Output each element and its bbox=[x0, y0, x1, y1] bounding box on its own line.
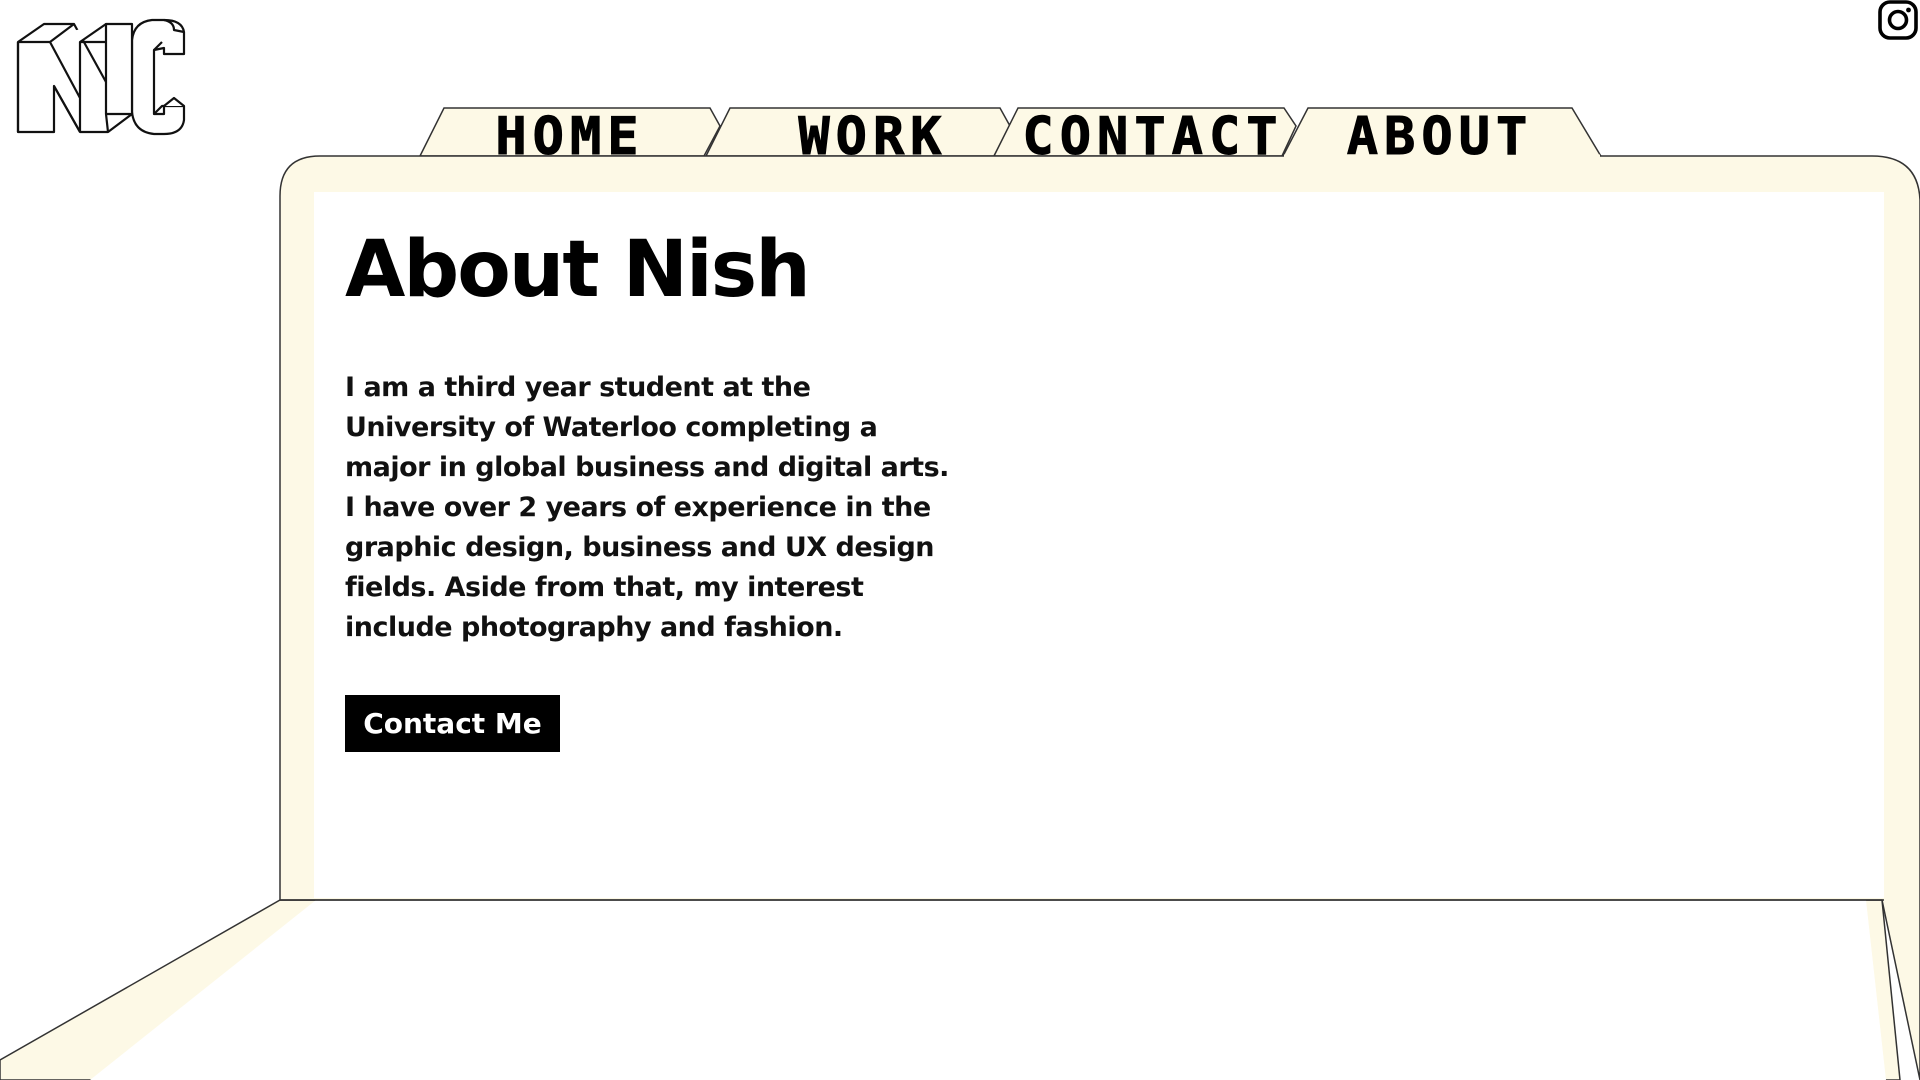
tab-about[interactable]: ABOUT bbox=[1300, 107, 1580, 168]
instagram-icon[interactable] bbox=[1876, 0, 1920, 44]
tab-contact[interactable]: CONTACT bbox=[1008, 107, 1298, 168]
about-bio: I am a third year student at the Univers… bbox=[345, 372, 949, 643]
nc-logo[interactable]: NC bbox=[14, 10, 214, 142]
tab-home[interactable]: HOME bbox=[440, 107, 700, 168]
contact-me-button[interactable]: Contact Me bbox=[345, 695, 560, 752]
tab-work[interactable]: WORK bbox=[728, 107, 1018, 168]
page-title: About Nish bbox=[345, 225, 811, 315]
